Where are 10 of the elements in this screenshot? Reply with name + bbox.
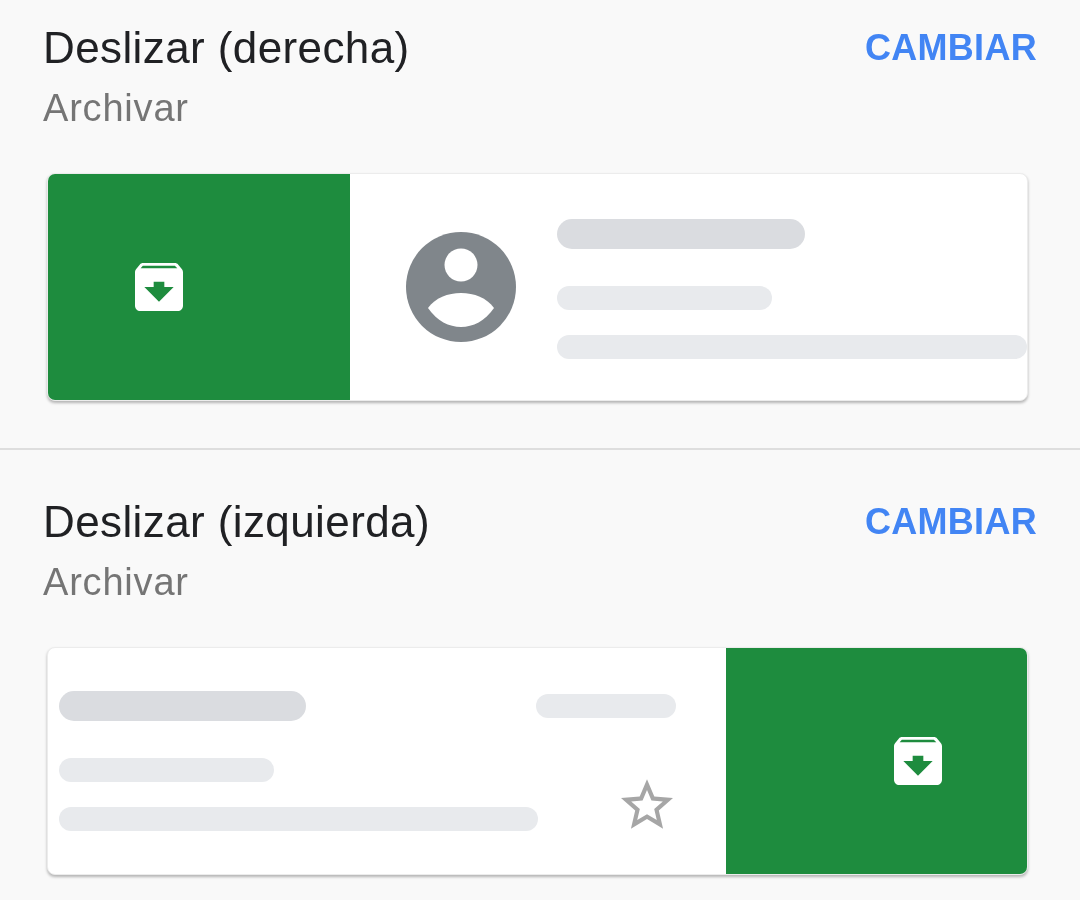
star-outline-icon xyxy=(621,779,673,829)
setting-title: Deslizar (derecha) xyxy=(43,22,410,74)
archive-icon xyxy=(135,263,183,311)
setting-value: Archivar xyxy=(43,560,190,605)
setting-title: Deslizar (izquierda) xyxy=(43,496,430,548)
change-button[interactable]: CAMBIAR xyxy=(864,498,1037,546)
setting-value: Archivar xyxy=(43,86,190,131)
change-button[interactable]: CAMBIAR xyxy=(864,24,1037,72)
archive-icon xyxy=(894,737,942,785)
avatar-icon xyxy=(406,232,516,342)
